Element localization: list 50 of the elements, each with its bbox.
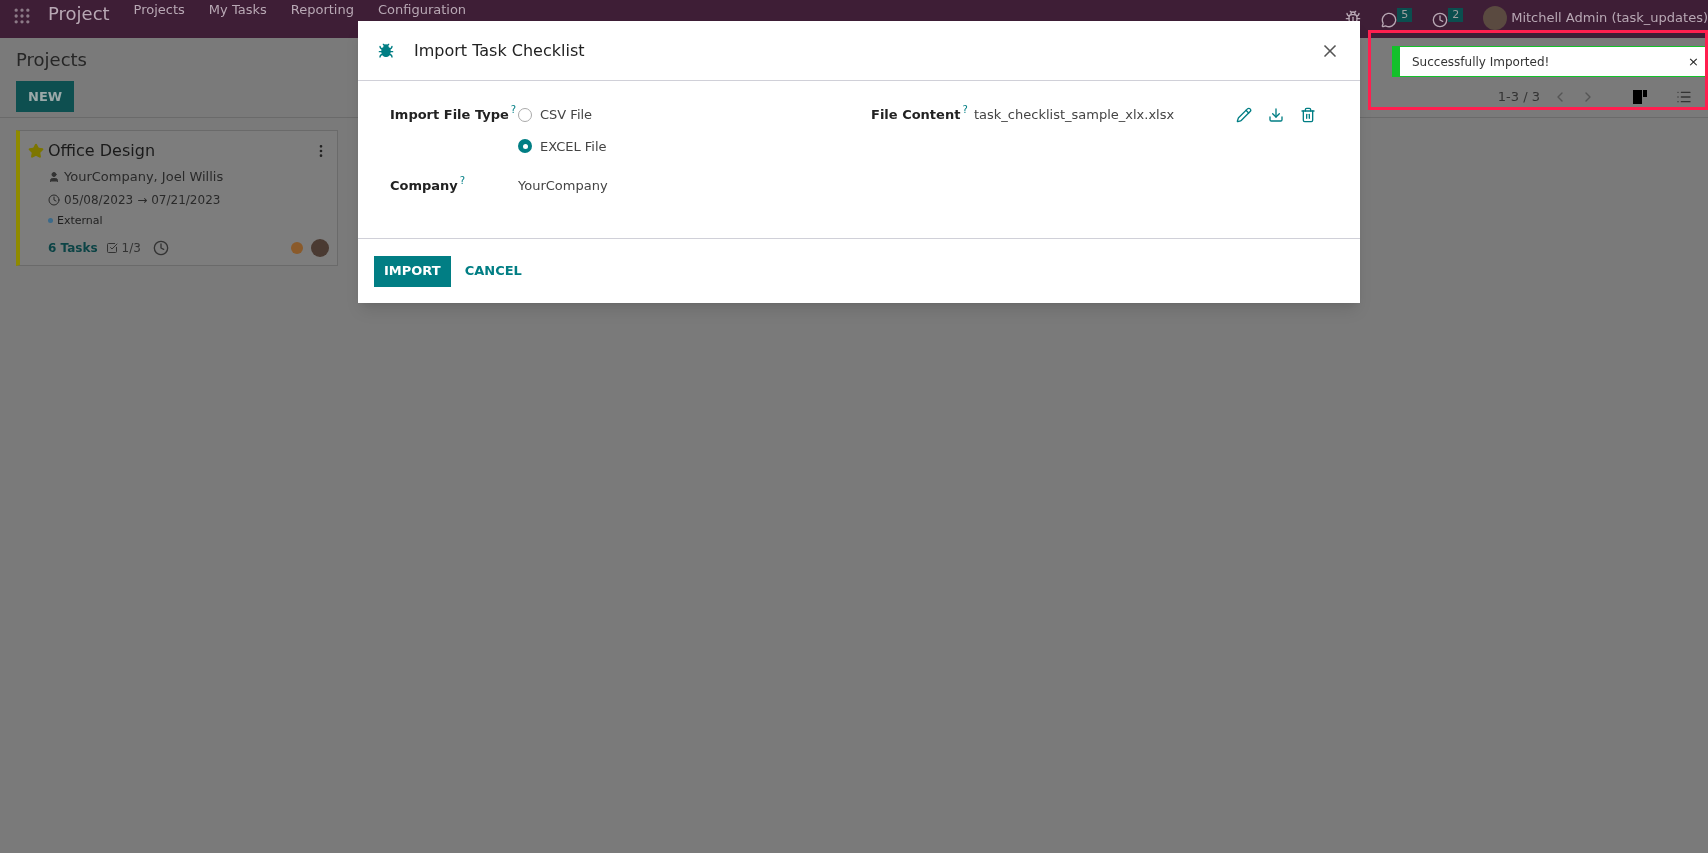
help-mark[interactable]: ? [962, 105, 968, 115]
new-button[interactable]: NEW [16, 81, 75, 112]
company-value[interactable]: YourCompany [518, 176, 608, 196]
start-date: 05/08/2023 [64, 191, 134, 209]
radio-button[interactable] [518, 107, 532, 122]
bug-icon [378, 42, 394, 59]
avatar [311, 239, 329, 257]
download-icon[interactable] [1268, 107, 1284, 123]
star-icon[interactable] [28, 143, 44, 159]
project-card[interactable]: Office Design YourCompany, Joel Willis 05/08/2023 → 07/21/2023 External 6 Tasks 1/3 [16, 130, 338, 266]
clock-icon[interactable] [1432, 12, 1449, 28]
radio-label[interactable]: CSV File [540, 105, 593, 125]
checklist-icon [105, 242, 118, 254]
help-mark[interactable]: ? [459, 176, 466, 186]
edit-icon[interactable] [1236, 107, 1252, 123]
arrow-text: → [137, 191, 148, 209]
dialog-title: Import Task Checklist [414, 39, 585, 62]
field-label: Import File Type [390, 106, 509, 124]
nav-menu-item[interactable]: Configuration [377, 2, 467, 18]
count-badge: 5 [1397, 8, 1413, 22]
close-button[interactable]: × [1688, 51, 1699, 72]
nav-menu-item[interactable]: Reporting [290, 2, 354, 18]
nav-menu-item[interactable]: My Tasks [208, 2, 267, 18]
activity-icon[interactable] [152, 240, 169, 256]
tag-label: External [57, 212, 103, 229]
notification-message: Successfully Imported! [1412, 53, 1550, 71]
user-name[interactable]: Mitchell Admin (task_updates) [1511, 10, 1708, 26]
file-name: task_checklist_sample_xlx.xlsx [974, 106, 1176, 124]
radio-label[interactable]: EXCEL File [540, 136, 607, 156]
cancel-button[interactable]: CANCEL [454, 255, 532, 287]
customer-name: YourCompany, Joel Willis [64, 168, 224, 186]
apps-menu-icon[interactable] [12, 6, 32, 26]
kanban-view-icon[interactable] [1632, 88, 1648, 105]
count-badge: 2 [1448, 8, 1464, 22]
page-title: Projects [16, 48, 87, 72]
import-button[interactable]: IMPORT [374, 255, 451, 287]
clock-icon [48, 193, 60, 206]
nav-menu-item[interactable]: Projects [133, 2, 185, 18]
help-mark[interactable]: ? [510, 105, 517, 115]
end-date: 07/21/2023 [151, 191, 221, 209]
radio-button[interactable] [518, 139, 532, 154]
pager-text: 1-3 / 3 [1497, 87, 1540, 106]
chat-icon[interactable] [1381, 12, 1398, 28]
field-label: File Content [871, 106, 961, 124]
project-name: Office Design [48, 140, 156, 162]
delete-icon[interactable] [1300, 107, 1316, 123]
person-icon [48, 170, 60, 183]
field-label: Company [390, 177, 458, 195]
app-name[interactable]: Project [48, 2, 110, 26]
checklist-count: 1/3 [121, 240, 141, 257]
